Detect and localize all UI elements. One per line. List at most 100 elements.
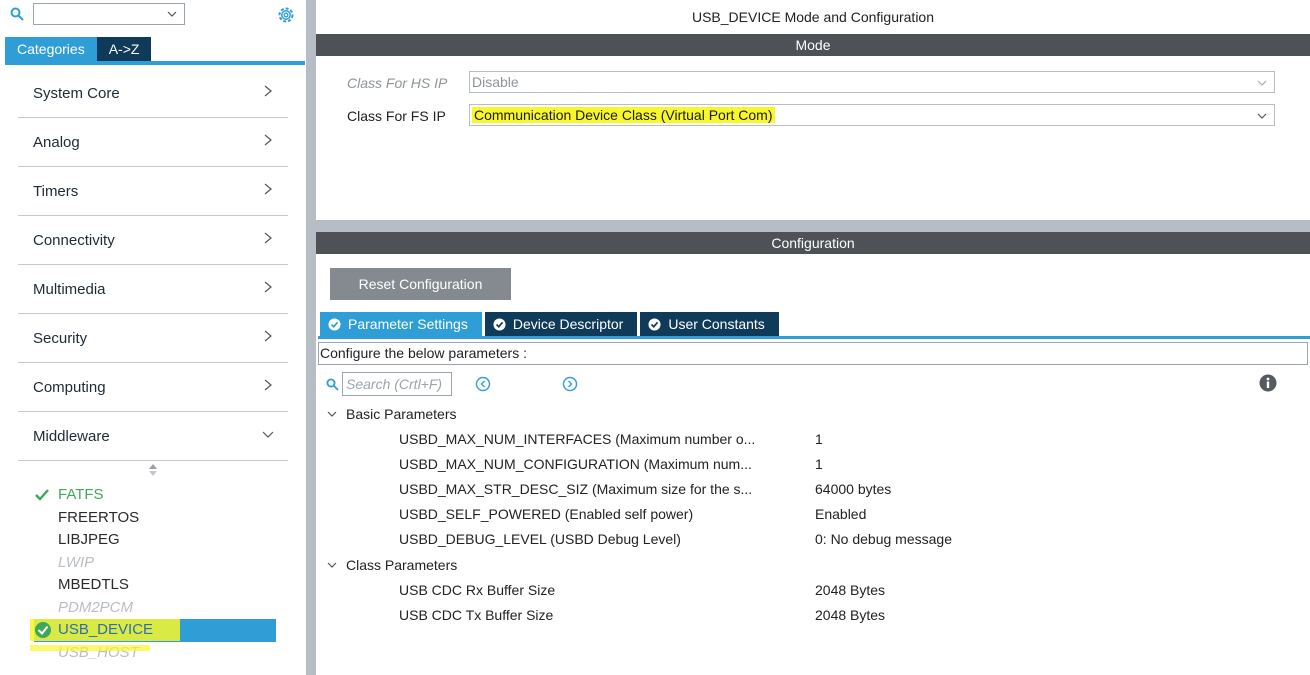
fs-ip-select[interactable]: Communication Device Class (Virtual Port… — [469, 104, 1275, 126]
group-basic-parameters[interactable]: Basic Parameters — [326, 402, 456, 426]
search-placeholder: Search (Crtl+F) — [346, 376, 443, 392]
list-item-pdm2pcm[interactable]: PDM2PCM — [34, 597, 276, 620]
sidebar-item-system-core[interactable]: System Core — [18, 69, 288, 118]
list-item-libjpeg[interactable]: LIBJPEG — [34, 529, 276, 552]
main-panel: USB_DEVICE Mode and Configuration Mode C… — [316, 0, 1310, 675]
parameter-search-input[interactable]: Search (Crtl+F) — [342, 372, 452, 396]
tab-label: Parameter Settings — [348, 316, 468, 332]
chevron-down-icon — [262, 431, 274, 438]
tab-a-to-z[interactable]: A->Z — [96, 37, 152, 61]
tab-label: User Constants — [668, 316, 765, 332]
sidebar-item-middleware[interactable]: Middleware — [18, 412, 288, 461]
hs-ip-select[interactable]: Disable — [469, 71, 1275, 93]
chevron-down-icon[interactable] — [166, 8, 178, 20]
hs-ip-label: Class For HS IP — [347, 75, 448, 91]
search-combobox[interactable] — [33, 3, 185, 25]
gear-icon[interactable] — [276, 5, 296, 25]
group-label: Basic Parameters — [346, 406, 457, 422]
fs-ip-label: Class For FS IP — [347, 108, 446, 124]
check-circle-icon — [35, 622, 51, 638]
check-circle-icon — [493, 317, 506, 331]
param-name: USBD_DEBUG_LEVEL (USBD Debug Level) — [399, 531, 681, 547]
sidebar-item-analog[interactable]: Analog — [18, 118, 288, 167]
page-title: USB_DEVICE Mode and Configuration — [691, 9, 935, 25]
chevron-right-icon — [264, 379, 272, 391]
sidebar-item-label: Analog — [33, 134, 80, 151]
left-panel: Categories A->Z System Core Analog Timer… — [0, 0, 306, 675]
sidebar-tabs: Categories A->Z — [5, 37, 152, 61]
category-list: System Core Analog Timers Connectivity M… — [18, 69, 288, 461]
param-value: 64000 bytes — [815, 481, 892, 497]
sidebar-item-label: Computing — [33, 379, 106, 396]
configuration-header: Configuration — [316, 232, 1310, 254]
fs-ip-value: Communication Device Class (Virtual Port… — [472, 107, 775, 123]
param-value: 0: No debug message — [815, 531, 952, 547]
table-row[interactable]: USBD_MAX_NUM_INTERFACES (Maximum number … — [399, 427, 1299, 452]
param-value: 2048 Bytes — [815, 607, 886, 623]
mode-section: Class For HS IP Disable Class For FS IP … — [316, 56, 1310, 220]
table-row[interactable]: USB CDC Rx Buffer Size 2048 Bytes — [399, 578, 1299, 603]
list-item-label: LIBJPEG — [58, 531, 120, 548]
sidebar-item-computing[interactable]: Computing — [18, 363, 288, 412]
previous-icon[interactable] — [475, 376, 491, 392]
chevron-down-icon — [327, 411, 337, 417]
sidebar-item-label: Timers — [33, 183, 79, 200]
list-item-label: FATFS — [58, 486, 104, 503]
sidebar-item-label: Multimedia — [33, 281, 106, 298]
chevron-right-icon — [264, 134, 272, 146]
sidebar-item-timers[interactable]: Timers — [18, 167, 288, 216]
hs-ip-value: Disable — [472, 74, 519, 90]
next-icon[interactable] — [562, 376, 578, 392]
sidebar-item-label: System Core — [33, 85, 120, 102]
table-row[interactable]: USBD_MAX_STR_DESC_SIZ (Maximum size for … — [399, 477, 1299, 502]
list-item-usb-device[interactable]: USB_DEVICE — [30, 619, 276, 642]
param-name: USBD_MAX_STR_DESC_SIZ (Maximum size for … — [399, 481, 753, 497]
list-item-label: MBEDTLS — [58, 576, 129, 593]
search-icon — [326, 378, 339, 391]
sidebar-item-label: Middleware — [33, 428, 110, 445]
param-name: USB CDC Rx Buffer Size — [399, 582, 556, 598]
tab-user-constants[interactable]: User Constants — [640, 312, 779, 336]
param-value: 1 — [815, 431, 823, 447]
param-value: Enabled — [815, 506, 867, 522]
list-item-fatfs[interactable]: FATFS — [34, 484, 276, 507]
tab-categories[interactable]: Categories — [5, 37, 97, 61]
sidebar-item-label: Security — [33, 330, 88, 347]
list-item-label: USB_DEVICE — [58, 621, 154, 638]
chevron-right-icon — [264, 330, 272, 342]
param-value: 1 — [815, 456, 823, 472]
table-row[interactable]: USBD_SELF_POWERED (Enabled self power) E… — [399, 502, 1299, 527]
chevron-down-icon — [1257, 113, 1267, 119]
table-row[interactable]: USBD_MAX_NUM_CONFIGURATION (Maximum num.… — [399, 452, 1299, 477]
check-circle-icon — [648, 317, 661, 331]
tab-underline — [5, 61, 305, 65]
chevron-down-icon — [1257, 80, 1267, 86]
sidebar-item-label: Connectivity — [33, 232, 115, 249]
sidebar-item-security[interactable]: Security — [18, 314, 288, 363]
table-row[interactable]: USB CDC Tx Buffer Size 2048 Bytes — [399, 603, 1299, 628]
list-item-freertos[interactable]: FREERTOS — [34, 507, 276, 530]
tab-device-descriptor[interactable]: Device Descriptor — [484, 312, 638, 336]
sidebar-item-connectivity[interactable]: Connectivity — [18, 216, 288, 265]
list-item-mbedtls[interactable]: MBEDTLS — [34, 574, 276, 597]
reset-configuration-button[interactable]: Reset Configuration — [330, 268, 511, 300]
tab-underline — [318, 336, 1310, 339]
tab-label: Device Descriptor — [512, 316, 624, 332]
chevron-right-icon — [264, 281, 272, 293]
config-tabs: Parameter Settings Device Descriptor Use… — [320, 312, 782, 336]
tab-parameter-settings[interactable]: Parameter Settings — [320, 312, 482, 336]
list-item-lwip[interactable]: LWIP — [34, 552, 276, 575]
list-item-label: LWIP — [58, 553, 95, 571]
param-name: USB CDC Tx Buffer Size — [399, 607, 554, 623]
sidebar-item-multimedia[interactable]: Multimedia — [18, 265, 288, 314]
section-splitter[interactable] — [316, 220, 1310, 232]
chevron-down-icon — [327, 562, 337, 568]
panel-splitter[interactable] — [306, 0, 316, 675]
param-name: USBD_SELF_POWERED (Enabled self power) — [399, 506, 694, 522]
table-row[interactable]: USBD_DEBUG_LEVEL (USBD Debug Level) 0: N… — [399, 527, 1299, 552]
check-circle-icon — [328, 317, 341, 331]
param-value: 2048 Bytes — [815, 582, 886, 598]
info-icon[interactable] — [1259, 374, 1277, 392]
sort-icon[interactable] — [148, 463, 158, 477]
group-class-parameters[interactable]: Class Parameters — [326, 553, 457, 577]
